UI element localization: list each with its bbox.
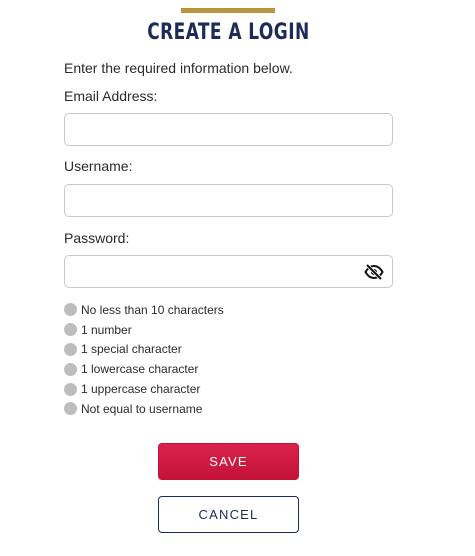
password-rule-item: 1 uppercase character bbox=[64, 379, 224, 399]
password-rule-item: 1 lowercase character bbox=[64, 359, 224, 379]
rule-status-dot-icon bbox=[64, 342, 77, 356]
password-field[interactable] bbox=[65, 256, 392, 287]
title-accent-bar bbox=[181, 8, 275, 13]
password-requirements-list: No less than 10 characters 1 number 1 spec… bbox=[64, 300, 224, 419]
email-field[interactable] bbox=[65, 114, 392, 145]
rule-status-dot-icon bbox=[64, 323, 77, 337]
password-field-box bbox=[64, 255, 393, 288]
username-field-box bbox=[64, 184, 393, 217]
eye-slash-icon[interactable] bbox=[364, 263, 384, 281]
cancel-button[interactable]: CANCEL bbox=[158, 496, 299, 533]
password-rule-text: No less than 10 characters bbox=[81, 302, 224, 317]
password-rule-item: Not equal to username bbox=[64, 399, 224, 419]
password-rule-item: No less than 10 characters bbox=[64, 300, 224, 320]
email-label: Email Address: bbox=[64, 88, 158, 104]
password-rule-text: 1 lowercase character bbox=[81, 362, 199, 377]
rule-status-dot-icon bbox=[64, 382, 77, 396]
password-rule-item: 1 number bbox=[64, 320, 224, 340]
rule-status-dot-icon bbox=[64, 402, 77, 416]
password-rule-text: 1 number bbox=[81, 322, 132, 337]
create-login-form: CREATE A LOGIN Enter the required inform… bbox=[0, 0, 475, 556]
password-rule-item: 1 special character bbox=[64, 340, 224, 360]
password-rule-text: 1 special character bbox=[81, 342, 182, 357]
password-rule-text: Not equal to username bbox=[81, 401, 203, 416]
page-title: CREATE A LOGIN bbox=[147, 20, 310, 45]
password-rule-text: 1 uppercase character bbox=[81, 382, 201, 397]
username-field[interactable] bbox=[65, 185, 392, 216]
save-button[interactable]: SAVE bbox=[158, 443, 299, 480]
username-label: Username: bbox=[64, 158, 133, 174]
form-instructions: Enter the required information below. bbox=[64, 60, 293, 76]
rule-status-dot-icon bbox=[64, 303, 77, 317]
email-field-box bbox=[64, 113, 393, 146]
password-label: Password: bbox=[64, 230, 130, 246]
rule-status-dot-icon bbox=[64, 362, 77, 376]
